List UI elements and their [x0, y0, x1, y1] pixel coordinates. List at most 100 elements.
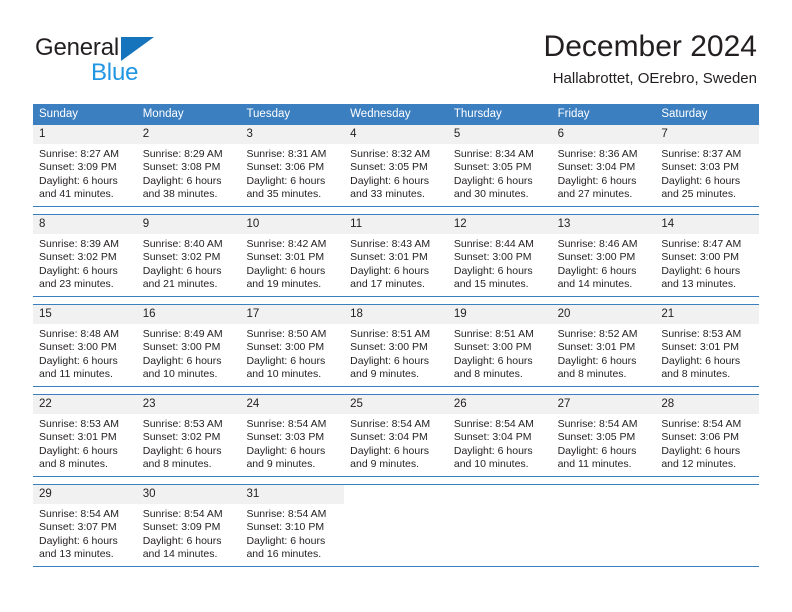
day-cell[interactable]: 19 Sunrise: 8:51 AM Sunset: 3:00 PM Dayl…	[447, 305, 552, 386]
day-number: 25	[344, 395, 448, 414]
day-cell[interactable]: 26 Sunrise: 8:54 AM Sunset: 3:04 PM Dayl…	[447, 395, 552, 476]
day-details: Sunrise: 8:54 AM Sunset: 3:05 PM Dayligh…	[552, 414, 656, 472]
daylight-text-line2: and 10 minutes.	[453, 458, 529, 471]
day-cell[interactable]: 30 Sunrise: 8:54 AM Sunset: 3:09 PM Dayl…	[136, 485, 241, 566]
day-number: 15	[33, 305, 137, 324]
sunrise-text: Sunrise: 8:39 AM	[39, 238, 119, 250]
day-cell[interactable]: 5 Sunrise: 8:34 AM Sunset: 3:05 PM Dayli…	[447, 125, 552, 206]
day-details: Sunrise: 8:54 AM Sunset: 3:10 PM Dayligh…	[240, 504, 344, 562]
daylight-text-line2: and 10 minutes.	[246, 368, 322, 381]
sunrise-text: Sunrise: 8:36 AM	[557, 148, 638, 160]
day-details: Sunrise: 8:31 AM Sunset: 3:06 PM Dayligh…	[240, 144, 344, 202]
daylight-text-line2: and 9 minutes.	[246, 458, 316, 471]
day-details: Sunrise: 8:54 AM Sunset: 3:04 PM Dayligh…	[448, 414, 552, 472]
day-cell[interactable]: 7 Sunrise: 8:37 AM Sunset: 3:03 PM Dayli…	[655, 125, 760, 206]
day-cell[interactable]: 16 Sunrise: 8:49 AM Sunset: 3:00 PM Dayl…	[136, 305, 241, 386]
day-cell[interactable]: 11 Sunrise: 8:43 AM Sunset: 3:01 PM Dayl…	[344, 215, 448, 296]
day-cell[interactable]: 3 Sunrise: 8:31 AM Sunset: 3:06 PM Dayli…	[240, 125, 345, 206]
day-cell[interactable]: 29 Sunrise: 8:54 AM Sunset: 3:07 PM Dayl…	[33, 485, 137, 566]
sunrise-text: Sunrise: 8:42 AM	[246, 238, 327, 250]
sunset-text: Sunset: 3:04 PM	[453, 431, 532, 444]
week-row: 22 Sunrise: 8:53 AM Sunset: 3:01 PM Dayl…	[33, 394, 760, 477]
daylight-text-line2: and 19 minutes.	[246, 278, 322, 291]
day-cell[interactable]: 22 Sunrise: 8:53 AM Sunset: 3:01 PM Dayl…	[33, 395, 137, 476]
sunset-text: Sunset: 3:06 PM	[661, 431, 739, 444]
day-cell[interactable]: 9 Sunrise: 8:40 AM Sunset: 3:02 PM Dayli…	[136, 215, 241, 296]
daylight-text-line1: Daylight: 6 hours	[142, 354, 222, 367]
day-cell[interactable]: 8 Sunrise: 8:39 AM Sunset: 3:02 PM Dayli…	[33, 215, 137, 296]
daylight-text-line2: and 13 minutes.	[661, 278, 737, 291]
day-cell[interactable]: 4 Sunrise: 8:32 AM Sunset: 3:05 PM Dayli…	[344, 125, 448, 206]
day-cell[interactable]: 28 Sunrise: 8:54 AM Sunset: 3:06 PM Dayl…	[655, 395, 760, 476]
day-details	[344, 504, 448, 508]
day-cell[interactable]: 20 Sunrise: 8:52 AM Sunset: 3:01 PM Dayl…	[551, 305, 656, 386]
day-cell[interactable]: 10 Sunrise: 8:42 AM Sunset: 3:01 PM Dayl…	[240, 215, 345, 296]
daylight-text-line2: and 14 minutes.	[557, 278, 633, 291]
weekday-header-saturday: Saturday	[661, 108, 708, 120]
daylight-text-line1: Daylight: 6 hours	[246, 534, 326, 547]
calendar-page: General Blue December 2024 Hallabrottet,…	[0, 0, 792, 612]
day-cell[interactable]: 2 Sunrise: 8:29 AM Sunset: 3:08 PM Dayli…	[136, 125, 241, 206]
day-details: Sunrise: 8:54 AM Sunset: 3:09 PM Dayligh…	[137, 504, 241, 562]
title-block: December 2024 Hallabrottet, OErebro, Swe…	[544, 28, 757, 90]
day-cell[interactable]: 1 Sunrise: 8:27 AM Sunset: 3:09 PM Dayli…	[33, 125, 137, 206]
day-number: 24	[240, 395, 345, 414]
day-cell[interactable]: 6 Sunrise: 8:36 AM Sunset: 3:04 PM Dayli…	[551, 125, 656, 206]
day-number: 2	[136, 125, 241, 144]
sunset-text: Sunset: 3:09 PM	[39, 161, 117, 174]
day-cell[interactable]: 31 Sunrise: 8:54 AM Sunset: 3:10 PM Dayl…	[240, 485, 345, 566]
sunset-text: Sunset: 3:00 PM	[350, 341, 428, 354]
day-cell[interactable]: 12 Sunrise: 8:44 AM Sunset: 3:00 PM Dayl…	[447, 215, 552, 296]
day-details	[655, 504, 759, 508]
sunset-text: Sunset: 3:03 PM	[661, 161, 739, 174]
daylight-text-line1: Daylight: 6 hours	[246, 174, 326, 187]
day-number: 11	[344, 215, 448, 234]
day-details: Sunrise: 8:50 AM Sunset: 3:00 PM Dayligh…	[240, 324, 344, 382]
daylight-text-line2: and 25 minutes.	[661, 188, 737, 201]
sunset-text: Sunset: 3:08 PM	[142, 161, 221, 174]
day-details: Sunrise: 8:51 AM Sunset: 3:00 PM Dayligh…	[344, 324, 448, 382]
day-cell[interactable]: 13 Sunrise: 8:46 AM Sunset: 3:00 PM Dayl…	[551, 215, 656, 296]
daylight-text-line1: Daylight: 6 hours	[246, 354, 326, 367]
day-details	[448, 504, 552, 508]
day-details: Sunrise: 8:54 AM Sunset: 3:07 PM Dayligh…	[33, 504, 137, 562]
sunrise-text: Sunrise: 8:32 AM	[350, 148, 431, 160]
daylight-text-line1: Daylight: 6 hours	[142, 534, 222, 547]
day-number: 19	[447, 305, 552, 324]
day-cell[interactable]: 21 Sunrise: 8:53 AM Sunset: 3:01 PM Dayl…	[655, 305, 760, 386]
daylight-text-line1: Daylight: 6 hours	[246, 264, 326, 277]
day-cell[interactable]: 15 Sunrise: 8:48 AM Sunset: 3:00 PM Dayl…	[33, 305, 137, 386]
daylight-text-line1: Daylight: 6 hours	[453, 264, 533, 277]
sunset-text: Sunset: 3:09 PM	[142, 521, 221, 534]
sunset-text: Sunset: 3:02 PM	[142, 431, 221, 444]
daylight-text-line1: Daylight: 6 hours	[350, 264, 429, 277]
day-number: 31	[240, 485, 345, 504]
day-cell[interactable]: 27 Sunrise: 8:54 AM Sunset: 3:05 PM Dayl…	[551, 395, 656, 476]
day-details: Sunrise: 8:43 AM Sunset: 3:01 PM Dayligh…	[344, 234, 448, 292]
sunrise-text: Sunrise: 8:54 AM	[39, 508, 119, 520]
daylight-text-line1: Daylight: 6 hours	[350, 444, 429, 457]
sunrise-text: Sunrise: 8:54 AM	[453, 418, 534, 430]
sunset-text: Sunset: 3:01 PM	[557, 341, 636, 354]
day-details: Sunrise: 8:53 AM Sunset: 3:02 PM Dayligh…	[137, 414, 241, 472]
day-cell[interactable]: 18 Sunrise: 8:51 AM Sunset: 3:00 PM Dayl…	[344, 305, 448, 386]
day-cell[interactable]: 14 Sunrise: 8:47 AM Sunset: 3:00 PM Dayl…	[655, 215, 760, 296]
day-details: Sunrise: 8:48 AM Sunset: 3:00 PM Dayligh…	[33, 324, 137, 382]
sunrise-text: Sunrise: 8:54 AM	[350, 418, 431, 430]
sunset-text: Sunset: 3:01 PM	[39, 431, 117, 444]
sunrise-text: Sunrise: 8:37 AM	[661, 148, 742, 160]
weekday-header-wednesday: Wednesday	[350, 108, 411, 120]
day-cell[interactable]: 23 Sunrise: 8:53 AM Sunset: 3:02 PM Dayl…	[136, 395, 241, 476]
general-blue-logo: General Blue	[33, 34, 233, 90]
day-cell[interactable]: 17 Sunrise: 8:50 AM Sunset: 3:00 PM Dayl…	[240, 305, 345, 386]
daylight-text-line1: Daylight: 6 hours	[661, 354, 741, 367]
day-number: 6	[551, 125, 656, 144]
day-cell[interactable]: 24 Sunrise: 8:54 AM Sunset: 3:03 PM Dayl…	[240, 395, 345, 476]
daylight-text-line1: Daylight: 6 hours	[350, 354, 429, 367]
daylight-text-line1: Daylight: 6 hours	[142, 174, 222, 187]
sunrise-text: Sunrise: 8:47 AM	[661, 238, 742, 250]
daylight-text-line2: and 8 minutes.	[39, 458, 108, 471]
day-cell[interactable]: 25 Sunrise: 8:54 AM Sunset: 3:04 PM Dayl…	[344, 395, 448, 476]
daylight-text-line2: and 21 minutes.	[142, 278, 218, 291]
sunset-text: Sunset: 3:00 PM	[39, 341, 117, 354]
